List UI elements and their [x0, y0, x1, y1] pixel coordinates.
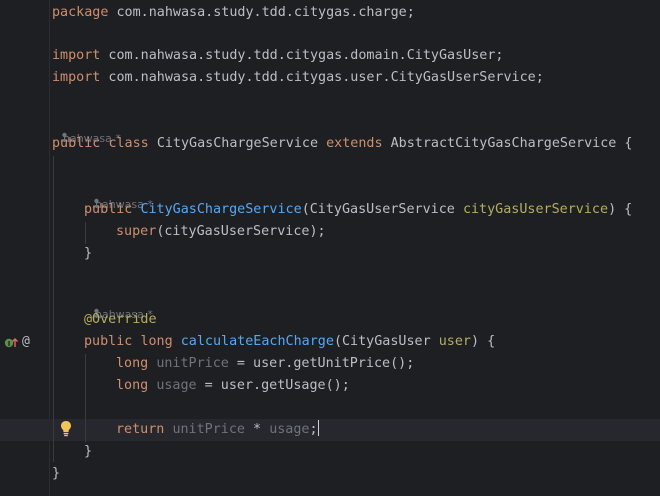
author-hint[interactable]: nahwasa *	[85, 291, 153, 321]
code-line-super-call[interactable]: super(cityGasUserService);	[116, 221, 326, 243]
keyword: return	[116, 422, 165, 437]
code-line-class-close[interactable]: }	[52, 463, 60, 485]
local-variable: usage	[156, 378, 197, 393]
variable-ref: usage	[269, 422, 310, 437]
local-variable: unitPrice	[156, 356, 229, 371]
keyword: long	[116, 378, 149, 393]
keyword: super	[116, 224, 157, 239]
code-line-unit-price[interactable]: long unitPrice = user.getUnitPrice();	[116, 353, 414, 375]
import-path: com.nahwasa.study.tdd.citygas.domain.Cit…	[100, 48, 504, 63]
code-line-close-brace[interactable]: }	[84, 441, 92, 463]
keyword: public	[84, 202, 133, 217]
param-type: (CityGasUserService	[301, 202, 463, 217]
brace: ) {	[608, 202, 633, 217]
code-line-usage[interactable]: long usage = user.getUsage();	[116, 375, 350, 397]
code-line-return[interactable]: return unitPrice * usage;	[116, 419, 319, 441]
code-line-method-declaration[interactable]: public long calculateEachCharge(CityGasU…	[84, 331, 495, 353]
import-path: com.nahwasa.study.tdd.citygas.user.CityG…	[100, 70, 544, 85]
author-hint[interactable]: nahwasa *	[53, 115, 121, 145]
keyword: public	[84, 334, 133, 349]
brace: }	[52, 466, 61, 481]
operator: *	[245, 422, 270, 437]
expression: = user.getUnitPrice();	[228, 356, 415, 371]
param-type: (CityGasUser	[333, 334, 439, 349]
param-name: cityGasUserService	[462, 202, 609, 217]
brace: }	[84, 246, 93, 261]
code-line-constructor[interactable]: public CityGasChargeService(CityGasUserS…	[84, 199, 632, 221]
param-name: user	[438, 334, 471, 349]
package-name: com.nahwasa.study.tdd.citygas.charge;	[108, 5, 415, 20]
expression: = user.getUsage();	[196, 378, 350, 393]
keyword: import	[52, 48, 101, 63]
author-hint[interactable]: nahwasa *	[85, 181, 153, 211]
parent-class: AbstractCityGasChargeService	[390, 136, 617, 151]
indent-guide	[53, 156, 54, 462]
code-line-class-declaration[interactable]: public class CityGasChargeService extend…	[52, 133, 632, 155]
keyword: public	[52, 136, 101, 151]
code-line-package[interactable]: package com.nahwasa.study.tdd.citygas.ch…	[52, 2, 415, 24]
overrides-method-icon[interactable]: I	[4, 331, 18, 353]
annotation: @Override	[84, 312, 157, 327]
text-caret	[317, 420, 319, 436]
brace: {	[616, 136, 633, 151]
code-line-close-brace[interactable]: }	[84, 243, 92, 265]
brace: ) {	[471, 334, 496, 349]
keyword: extends	[326, 136, 383, 151]
indent-guide	[85, 354, 86, 442]
annotation-gutter-marker[interactable]: @	[22, 331, 30, 353]
variable-ref: unitPrice	[172, 422, 245, 437]
method-name: calculateEachCharge	[180, 334, 334, 349]
indent-guide	[85, 222, 86, 244]
keyword: package	[52, 5, 109, 20]
semicolon: ;	[309, 422, 318, 437]
current-line-highlight	[0, 419, 660, 441]
code-line-override[interactable]: @Override	[84, 309, 157, 331]
keyword: long	[116, 356, 149, 371]
lightbulb-icon[interactable]	[60, 420, 72, 440]
keyword: class	[108, 136, 149, 151]
class-name: CityGasChargeService	[156, 136, 319, 151]
code-line-import-user[interactable]: import com.nahwasa.study.tdd.citygas.dom…	[52, 45, 503, 67]
brace: }	[84, 444, 93, 459]
keyword: long	[140, 334, 173, 349]
super-args: (cityGasUserService);	[156, 224, 326, 239]
code-line-import-service[interactable]: import com.nahwasa.study.tdd.citygas.use…	[52, 67, 544, 89]
keyword: import	[52, 70, 101, 85]
svg-text:I: I	[8, 340, 11, 348]
constructor-name: CityGasChargeService	[140, 202, 302, 217]
